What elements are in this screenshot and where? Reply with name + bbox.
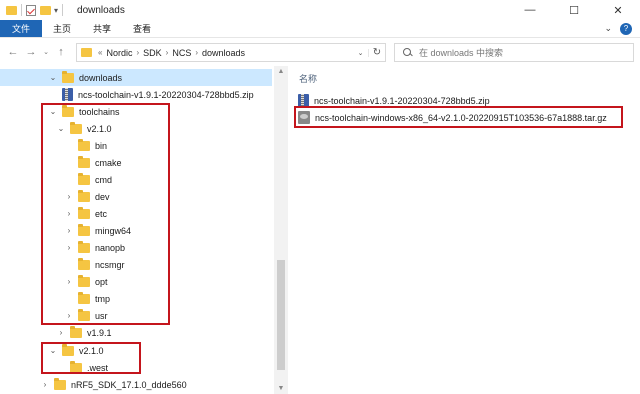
address-row: ← → ⌄ ↑ « Nordic › SDK › NCS › downloads…	[0, 39, 640, 65]
breadcrumb-separator[interactable]: ›	[136, 48, 139, 57]
tab-home[interactable]: 主页	[42, 20, 82, 37]
minimize-button[interactable]: —	[508, 0, 552, 20]
folder-icon	[81, 48, 92, 57]
tree-item-label: downloads	[79, 72, 123, 83]
search-placeholder: 在 downloads 中搜索	[419, 48, 504, 58]
zip-icon	[62, 88, 73, 101]
folder-icon	[70, 325, 82, 338]
refresh-button[interactable]: ↻	[369, 47, 385, 58]
ribbon-controls: ⌄ ?	[604, 20, 640, 37]
tree-item-label: v1.9.1	[87, 327, 112, 338]
folder-icon	[6, 5, 17, 15]
title-bar: ▾ downloads — ☐ ✕	[0, 0, 640, 20]
close-button[interactable]: ✕	[596, 0, 640, 20]
tree-item-v1-9-1[interactable]: › v1.9.1	[0, 324, 272, 341]
folder-icon	[54, 377, 66, 390]
highlight-box-tar-gz	[294, 106, 623, 128]
forward-button[interactable]: →	[22, 46, 40, 58]
highlight-box-v2-1-0	[41, 342, 141, 374]
breadcrumb-separator[interactable]: ›	[166, 48, 169, 57]
search-input[interactable]: 在 downloads 中搜索	[394, 43, 634, 62]
breadcrumb-ncs[interactable]: NCS	[172, 48, 191, 58]
divider	[62, 4, 64, 16]
scrollbar-thumb[interactable]	[277, 260, 285, 370]
address-actions: ⌄ ↻	[353, 44, 385, 61]
breadcrumb-overflow[interactable]: «	[98, 48, 102, 57]
maximize-button[interactable]: ☐	[552, 0, 596, 20]
tree-item-zip[interactable]: ncs-toolchain-v1.9.1-20220304-728bbd5.zi…	[0, 86, 272, 103]
new-folder-icon[interactable]	[40, 5, 51, 15]
breadcrumb-sdk[interactable]: SDK	[143, 48, 162, 58]
tree-item-label: nRF5_SDK_17.1.0_ddde560	[71, 379, 187, 390]
file-name: ncs-toolchain-v1.9.1-20220304-728bbd5.zi…	[314, 95, 490, 106]
up-button[interactable]: ↑	[52, 46, 70, 58]
tree-item-label: ncs-toolchain-v1.9.1-20220304-728bbd5.zi…	[78, 89, 254, 100]
highlight-box-toolchains	[41, 103, 170, 325]
tree-item-nrf5-sdk[interactable]: › nRF5_SDK_17.1.0_ddde560	[0, 376, 272, 393]
scroll-up-icon[interactable]: ▲	[274, 68, 288, 75]
nav-scrollbar[interactable]: ▲ ▼	[274, 66, 288, 394]
properties-icon[interactable]	[26, 4, 36, 16]
breadcrumb-separator[interactable]: ›	[195, 48, 198, 57]
ribbon: 文件 主页 共享 查看 ⌄ ?	[0, 20, 640, 38]
breadcrumb-nordic[interactable]: Nordic	[106, 48, 132, 58]
tab-share[interactable]: 共享	[82, 20, 122, 37]
folder-icon	[62, 70, 74, 83]
column-header-name[interactable]: 名称	[299, 72, 317, 85]
divider	[21, 4, 22, 16]
recent-locations-button[interactable]: ⌄	[40, 48, 52, 56]
scroll-down-icon[interactable]: ▼	[274, 385, 288, 392]
back-button[interactable]: ←	[4, 46, 22, 58]
tab-file[interactable]: 文件	[0, 20, 43, 37]
quick-access-dropdown-icon[interactable]: ▾	[54, 6, 58, 15]
address-dropdown-button[interactable]: ⌄	[353, 48, 369, 57]
tab-view[interactable]: 查看	[122, 20, 162, 37]
window-title: downloads	[77, 4, 125, 16]
breadcrumb-downloads[interactable]: downloads	[202, 48, 245, 58]
expand-ribbon-icon[interactable]: ⌄	[604, 23, 612, 34]
search-icon	[403, 47, 413, 58]
window-controls: — ☐ ✕	[508, 0, 640, 20]
help-icon[interactable]: ?	[620, 22, 632, 35]
chevron-right-icon[interactable]: ›	[56, 328, 66, 337]
chevron-down-icon[interactable]: ⌄	[48, 73, 58, 82]
address-bar[interactable]: « Nordic › SDK › NCS › downloads ⌄ ↻	[76, 43, 386, 62]
tree-item-downloads[interactable]: ⌄ downloads	[0, 69, 272, 86]
chevron-right-icon[interactable]: ›	[40, 380, 50, 389]
